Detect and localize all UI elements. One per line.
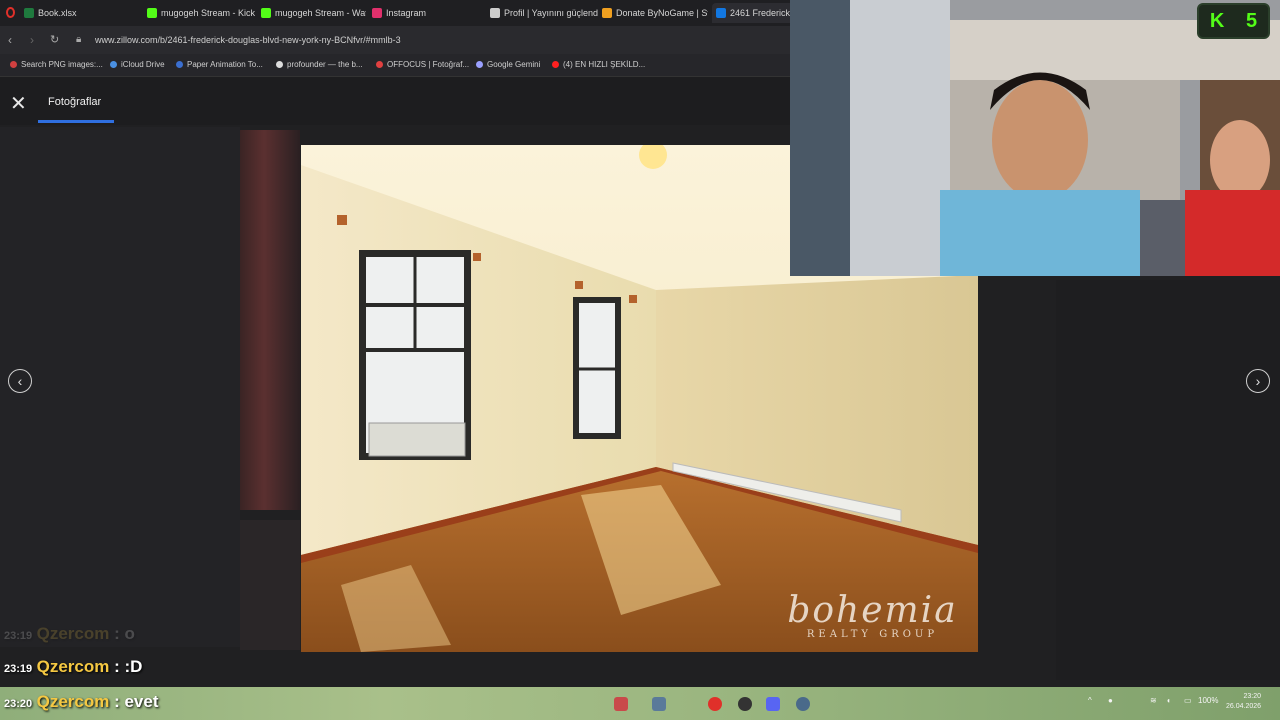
chat-time: 23:19: [4, 630, 33, 642]
chat-time: 23:20: [4, 698, 33, 710]
bookmarks-bar: Search PNG images:... iCloud Drive Paper…: [0, 54, 790, 77]
bookmark-label: Paper Animation To...: [187, 60, 263, 69]
gemini-icon: [476, 61, 483, 68]
battery-percent: 100%: [1198, 696, 1219, 705]
next-photo-button[interactable]: ›: [1246, 369, 1270, 393]
close-icon[interactable]: ✕: [10, 91, 27, 116]
right-panel-dimmed: [1056, 280, 1280, 680]
diamond-icon: [490, 8, 500, 18]
bookmark-label: iCloud Drive: [121, 60, 165, 69]
discord-taskbar-icon[interactable]: [766, 697, 780, 711]
battery-icon[interactable]: ▭: [1184, 696, 1192, 705]
chat-text: : o: [109, 624, 135, 643]
url-field[interactable]: www.zillow.com/b/2461-frederick-douglas-…: [95, 35, 401, 45]
bookmark-paper-animation[interactable]: Paper Animation To...: [176, 60, 263, 69]
volume-icon[interactable]: ◖: [1166, 696, 1171, 705]
instagram-icon: [372, 8, 382, 18]
chevron-right-icon: ›: [1255, 373, 1261, 389]
bookmark-youtube[interactable]: (4) EN HIZLI ŞEKİLD...: [552, 60, 645, 69]
viewer-count: 5: [1246, 9, 1258, 32]
bohemia-watermark-logo: bohemia REALTY GROUP: [770, 590, 975, 641]
bookmark-png[interactable]: Search PNG images:...: [10, 60, 103, 69]
listing-panel-dimmed: [0, 127, 240, 647]
reload-icon[interactable]: ↻: [50, 33, 59, 46]
wifi-icon[interactable]: ≋: [1150, 696, 1157, 705]
chat-message: 23:19 Qzercom : o: [4, 624, 135, 644]
webcam-illustration: [790, 0, 1280, 276]
clock-date: 26.04.2026: [1226, 703, 1262, 710]
tab-label: Donate ByNoGame | Strea: [616, 8, 708, 18]
tab-label: mugogeh Stream - Watch: [275, 8, 366, 18]
kick-logo-icon: K: [1209, 9, 1225, 32]
bookmark-profounder[interactable]: profounder — the b...: [276, 60, 363, 69]
tab-instagram[interactable]: Instagram: [372, 3, 482, 23]
system-clock[interactable]: 23:20 26.04.2026: [1226, 692, 1261, 712]
tab-label: Book.xlsx: [38, 8, 77, 18]
tab-label: 2461 Frederick Do: [730, 8, 794, 18]
obs-taskbar-icon[interactable]: [738, 697, 752, 711]
youtube-icon: [552, 61, 559, 68]
chat-text: : :D: [109, 657, 143, 676]
chat-user: Qzercom: [36, 657, 110, 676]
taskbar-app-icon[interactable]: [614, 697, 628, 711]
tray-chevron-up-icon[interactable]: ^: [1088, 696, 1092, 705]
watermark-title: bohemia: [787, 590, 958, 631]
bookmark-label: Google Gemini: [487, 60, 541, 69]
chat-message: 23:19 Qzercom : :D: [4, 657, 142, 677]
bookmark-icon: [10, 61, 17, 68]
tab-profil[interactable]: Profil | Yayınını güçlendirm: [490, 3, 598, 23]
chat-time: 23:19: [4, 663, 33, 675]
previous-photo-peek: [240, 130, 300, 510]
tab-donate[interactable]: Donate ByNoGame | Strea: [602, 3, 708, 23]
tab-book-xlsx[interactable]: Book.xlsx: [24, 3, 139, 23]
settings-taskbar-icon[interactable]: [796, 697, 810, 711]
chat-text: : evet: [109, 692, 159, 711]
previous-photo-button[interactable]: ‹: [8, 369, 32, 393]
cloud-icon: [110, 61, 117, 68]
tab-label: Profil | Yayınını güçlendirm: [504, 8, 598, 18]
clock-time: 23:20: [1243, 693, 1262, 700]
bookmark-label: Search PNG images:...: [21, 60, 103, 69]
taskbar-app-icon[interactable]: [652, 697, 666, 711]
active-tab-indicator: [38, 120, 114, 123]
excel-icon: [24, 8, 34, 18]
bookmark-label: profounder — the b...: [287, 60, 363, 69]
bookmark-gemini[interactable]: Google Gemini: [476, 60, 540, 69]
chat-user: Qzercom: [36, 624, 110, 643]
bookmark-icon: [276, 61, 283, 68]
bookmark-label: OFFOCUS | Fotoğraf...: [387, 60, 470, 69]
streamer-webcam: [790, 0, 1280, 276]
address-bar-row: ‹ › ↻ 🔒︎ www.zillow.com/b/2461-frederick…: [0, 26, 790, 54]
kick-viewer-badge: K 5: [1197, 3, 1270, 39]
tray-app-icon[interactable]: ●: [1108, 696, 1113, 705]
tab-kick-stream-1[interactable]: mugogeh Stream - Kick D: [147, 3, 257, 23]
tab-photos[interactable]: Fotoğraflar: [48, 96, 101, 108]
lock-icon[interactable]: 🔒︎: [76, 34, 81, 45]
gallery-header: [0, 77, 790, 125]
bookmark-label: (4) EN HIZLI ŞEKİLD...: [563, 60, 646, 69]
bynogame-icon: [602, 8, 612, 18]
chevron-left-icon: ‹: [17, 373, 23, 389]
tab-label: Instagram: [386, 8, 427, 18]
opera-taskbar-icon[interactable]: [708, 697, 722, 711]
back-icon[interactable]: ‹: [8, 33, 12, 47]
forward-icon[interactable]: ›: [30, 33, 34, 47]
bookmark-icloud[interactable]: iCloud Drive: [110, 60, 165, 69]
kick-icon: [261, 8, 271, 18]
tab-label: mugogeh Stream - Kick D: [161, 8, 257, 18]
tab-zillow[interactable]: 2461 Frederick Do: [712, 3, 794, 23]
kick-icon: [147, 8, 157, 18]
chat-user: Qzercom: [36, 692, 110, 711]
previous-photo-peek-lower: [240, 520, 300, 650]
chat-message: 23:20 Qzercom : evet: [4, 692, 158, 712]
bookmark-icon: [176, 61, 183, 68]
opera-logo-icon[interactable]: [6, 7, 15, 18]
zillow-icon: [716, 8, 726, 18]
tab-kick-stream-2[interactable]: mugogeh Stream - Watch: [261, 3, 366, 23]
bookmark-offocus[interactable]: OFFOCUS | Fotoğraf...: [376, 60, 469, 69]
bookmark-icon: [376, 61, 383, 68]
